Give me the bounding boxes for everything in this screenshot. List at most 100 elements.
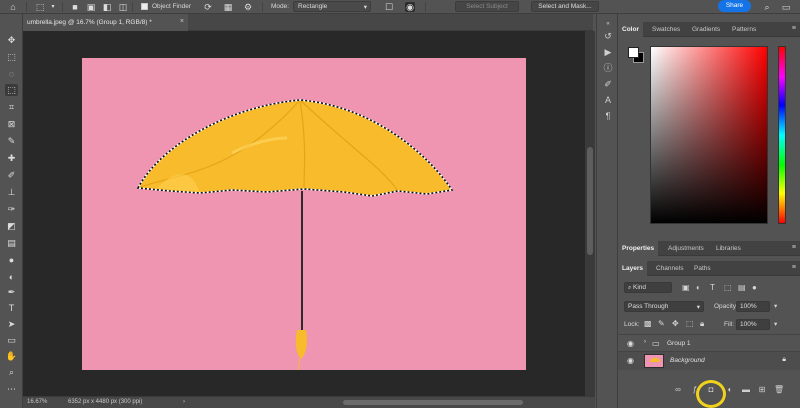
panel-menu-icon[interactable]: ≡ [792, 25, 796, 32]
chevron-down-icon[interactable]: ▾ [48, 2, 58, 12]
move-tool-icon[interactable]: ✥ [5, 34, 18, 46]
new-selection-icon[interactable]: ■ [70, 2, 80, 12]
settings-gear-icon[interactable]: ⚙ [243, 2, 253, 12]
link-layers-icon[interactable]: ∞ [673, 385, 683, 395]
blend-mode-select[interactable]: Pass Through ▾ [624, 301, 704, 312]
tab-gradients[interactable]: Gradients [688, 22, 724, 37]
visibility-eye-icon[interactable]: ◉ [627, 339, 636, 348]
crop-tool-icon[interactable]: ⌗ [5, 101, 18, 113]
refresh-icon[interactable]: ⟳ [203, 2, 213, 12]
dodge-tool-icon[interactable]: ◐ [5, 271, 18, 283]
actions-icon[interactable]: ▶ [602, 46, 614, 58]
eraser-tool-icon[interactable]: ◩ [5, 220, 18, 232]
tab-paths[interactable]: Paths [690, 261, 715, 276]
lock-image-icon[interactable]: ✎ [658, 319, 665, 328]
chevron-right-icon[interactable]: › [183, 399, 185, 405]
enhance-edge-icon[interactable]: ◉ [405, 2, 415, 12]
document-canvas[interactable] [82, 58, 526, 381]
home-icon[interactable]: ⌂ [8, 2, 18, 12]
tab-swatches[interactable]: Swatches [648, 22, 684, 37]
collapse-chevron-icon[interactable]: « [602, 18, 614, 30]
opacity-input[interactable]: 100% [736, 301, 770, 312]
mode-select[interactable]: Rectangle ▾ [293, 1, 371, 12]
path-selection-tool-icon[interactable]: ➤ [5, 318, 18, 330]
history-icon[interactable]: ↺ [602, 30, 614, 42]
panel-menu-icon[interactable]: ≡ [792, 244, 796, 251]
zoom-level[interactable]: 16.67% [27, 399, 47, 405]
share-button[interactable]: Share [718, 0, 751, 12]
healing-brush-tool-icon[interactable]: ✚ [5, 152, 18, 164]
info-icon[interactable]: ⓘ [602, 62, 614, 74]
more-tools-icon[interactable]: ⋯ [5, 383, 18, 395]
filter-toggle-icon[interactable]: ● [752, 283, 757, 292]
layer-item-group-1[interactable]: ◉ › ▭ Group 1 [618, 334, 800, 352]
panel-menu-icon[interactable]: ≡ [792, 264, 796, 271]
tab-layers[interactable]: Layers [618, 261, 647, 276]
horizontal-scroll-thumb[interactable] [343, 400, 523, 405]
layer-kind-filter[interactable]: ⌕ Kind [624, 282, 672, 293]
rectangle-tool-icon[interactable]: ▭ [5, 334, 18, 346]
shape-filter-icon[interactable]: ⬚ [724, 283, 732, 292]
foreground-color-swatch[interactable] [628, 47, 639, 58]
chevron-down-icon[interactable]: ▾ [774, 320, 777, 328]
document-tab[interactable]: umbrella.jpeg @ 16.7% (Group 1, RGB/8) *… [23, 14, 188, 31]
workspace-icon[interactable]: ▭ [781, 2, 791, 12]
hand-tool-icon[interactable]: ✋ [5, 350, 18, 362]
tab-color[interactable]: Color [618, 22, 643, 37]
lock-transparent-icon[interactable]: ▩ [644, 319, 652, 328]
chevron-right-icon[interactable]: › [644, 339, 646, 345]
blur-tool-icon[interactable]: ● [5, 254, 18, 266]
adjustment-layer-icon[interactable]: ◐ [725, 385, 735, 395]
clone-stamp-tool-icon[interactable]: ⊥ [5, 186, 18, 198]
type-tool-icon[interactable]: T [5, 302, 18, 314]
intersect-selection-icon[interactable]: ◫ [118, 2, 128, 12]
tab-patterns[interactable]: Patterns [728, 22, 760, 37]
zoom-tool-icon[interactable]: ⌕ [5, 366, 18, 378]
chevron-down-icon[interactable]: ▾ [774, 302, 777, 310]
brush-tool-icon[interactable]: ✐ [5, 169, 18, 181]
vertical-scroll-thumb[interactable] [587, 147, 593, 255]
object-selection-tool-icon[interactable]: ⬚ [35, 2, 45, 12]
eyedropper-tool-icon[interactable]: ✎ [5, 135, 18, 147]
select-subject-button[interactable]: Select Subject [455, 1, 519, 12]
adjustment-filter-icon[interactable]: ◐ [696, 283, 701, 292]
trash-icon[interactable]: 🗑︎ [774, 385, 784, 395]
character-icon[interactable]: A [602, 94, 614, 106]
tab-channels[interactable]: Channels [652, 261, 687, 276]
marquee-tool-icon[interactable]: ⬚ [5, 51, 18, 63]
frame-tool-icon[interactable]: ⊠ [5, 118, 18, 130]
pen-tool-icon[interactable]: ✒ [5, 286, 18, 298]
new-layer-icon[interactable]: ⊞ [757, 385, 767, 395]
add-to-selection-icon[interactable]: ▣ [86, 2, 96, 12]
subtract-from-selection-icon[interactable]: ◧ [102, 2, 112, 12]
lasso-tool-icon[interactable]: ◌ [5, 68, 18, 80]
new-group-folder-icon[interactable]: ▬ [741, 385, 751, 395]
tab-adjustments[interactable]: Adjustments [664, 241, 708, 256]
canvas-area[interactable] [23, 31, 585, 396]
select-and-mask-button[interactable]: Select and Mask... [531, 1, 599, 12]
type-filter-icon[interactable]: T [710, 283, 715, 292]
pixel-filter-icon[interactable]: ▣ [682, 283, 690, 292]
brushes-icon[interactable]: ✐ [602, 78, 614, 90]
vertical-scrollbar[interactable] [585, 31, 595, 396]
tab-libraries[interactable]: Libraries [712, 241, 745, 256]
sample-all-layers-checkbox[interactable]: ☐ [384, 2, 394, 12]
lock-position-icon[interactable]: ✥ [672, 319, 679, 328]
layer-item-background[interactable]: ◉ Background 🔒︎ [618, 352, 800, 370]
lock-all-icon[interactable]: 🔒︎ [700, 319, 704, 329]
gradient-tool-icon[interactable]: ▤ [5, 237, 18, 249]
color-spectrum-field[interactable] [650, 46, 768, 224]
object-selection-tool-icon[interactable]: ⬚ [5, 84, 18, 96]
paragraph-icon[interactable]: ¶ [602, 110, 614, 122]
visibility-eye-icon[interactable]: ◉ [627, 356, 636, 365]
smart-object-filter-icon[interactable]: ▤ [738, 283, 746, 292]
tab-properties[interactable]: Properties [618, 241, 659, 256]
history-brush-tool-icon[interactable]: ✑ [5, 203, 18, 215]
show-all-objects-icon[interactable]: ▦ [223, 2, 233, 12]
lock-artboard-icon[interactable]: ⬚ [686, 319, 694, 328]
fill-input[interactable]: 100% [736, 319, 770, 330]
hue-slider[interactable] [778, 46, 786, 224]
search-icon[interactable]: ⌕ [762, 2, 772, 12]
close-icon[interactable]: × [180, 18, 184, 25]
object-finder-checkbox[interactable] [141, 3, 148, 10]
